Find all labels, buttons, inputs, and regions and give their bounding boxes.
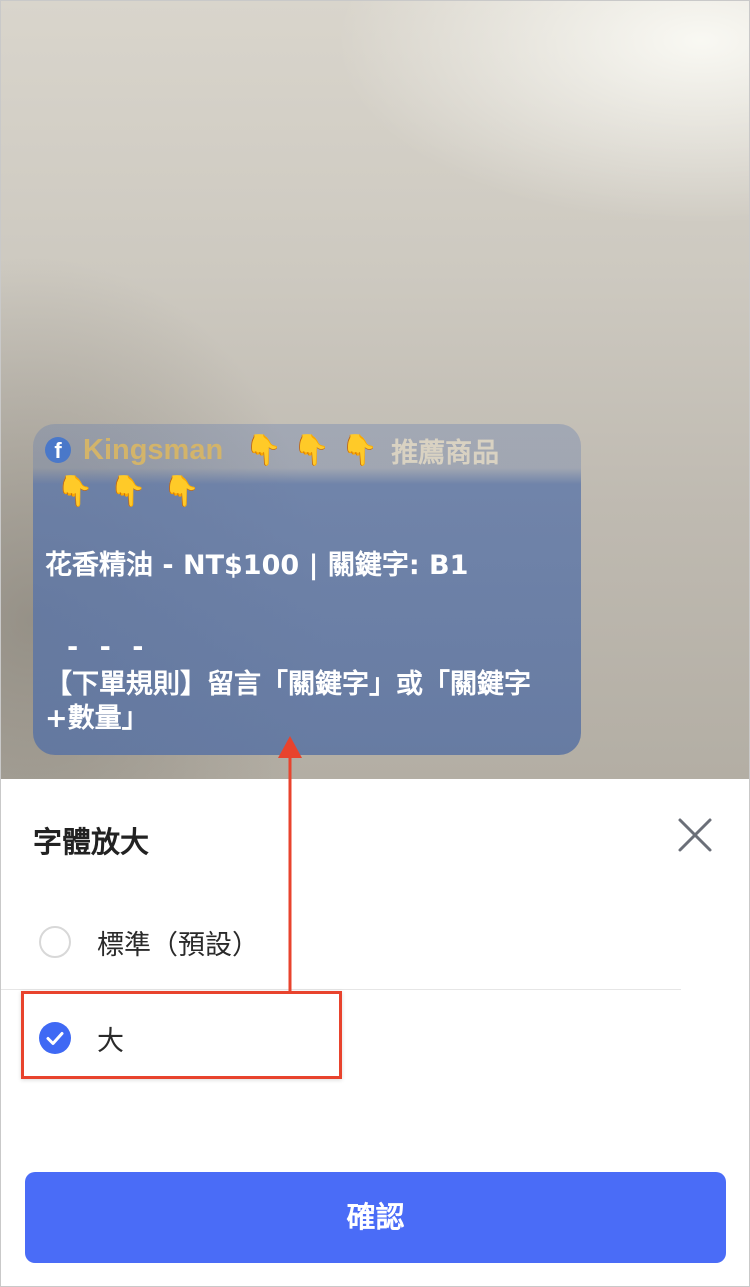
facebook-icon: f <box>45 437 71 463</box>
emoji-row: 👇 👇 👇 <box>45 474 567 518</box>
option-label: 標準（預設） <box>97 930 259 961</box>
radio-unchecked-icon[interactable] <box>39 926 71 958</box>
option-standard[interactable]: 標準（預設） <box>1 893 681 990</box>
divider-text: - - - <box>67 632 150 663</box>
tagline: 推薦商品 <box>391 437 500 469</box>
pointing-down-emoji: 👇 <box>56 474 94 509</box>
annotation-arrow <box>278 736 302 991</box>
sheet-title: 字體放大 <box>33 825 150 859</box>
order-rules: 【下單規則】留言「關鍵字」或「關鍵字+數量」 <box>45 669 531 734</box>
pointing-down-emoji: 👇 <box>162 474 200 509</box>
pinned-product-bubble: f Kingsman 👇 👇 👇 推薦商品 👇 👇 👇 花香精油 - NT$10… <box>33 424 581 755</box>
pointing-down-emoji: 👇 <box>244 432 282 468</box>
annotation-highlight-box <box>21 991 342 1079</box>
pointing-down-emoji: 👇 <box>109 474 147 509</box>
pointing-down-emoji: 👇 <box>340 432 378 468</box>
app-frame: f Kingsman 👇 👇 👇 推薦商品 👇 👇 👇 花香精油 - NT$10… <box>0 0 750 1287</box>
pointing-down-emoji: 👇 <box>292 432 330 468</box>
confirm-button[interactable]: 確認 <box>25 1172 726 1263</box>
product-line: 花香精油 - NT$100 | 關鍵字: B1 <box>45 550 469 581</box>
close-icon[interactable] <box>677 817 713 853</box>
author-name: Kingsman <box>83 433 224 466</box>
bubble-header: f Kingsman 👇 👇 👇 推薦商品 <box>45 432 567 469</box>
